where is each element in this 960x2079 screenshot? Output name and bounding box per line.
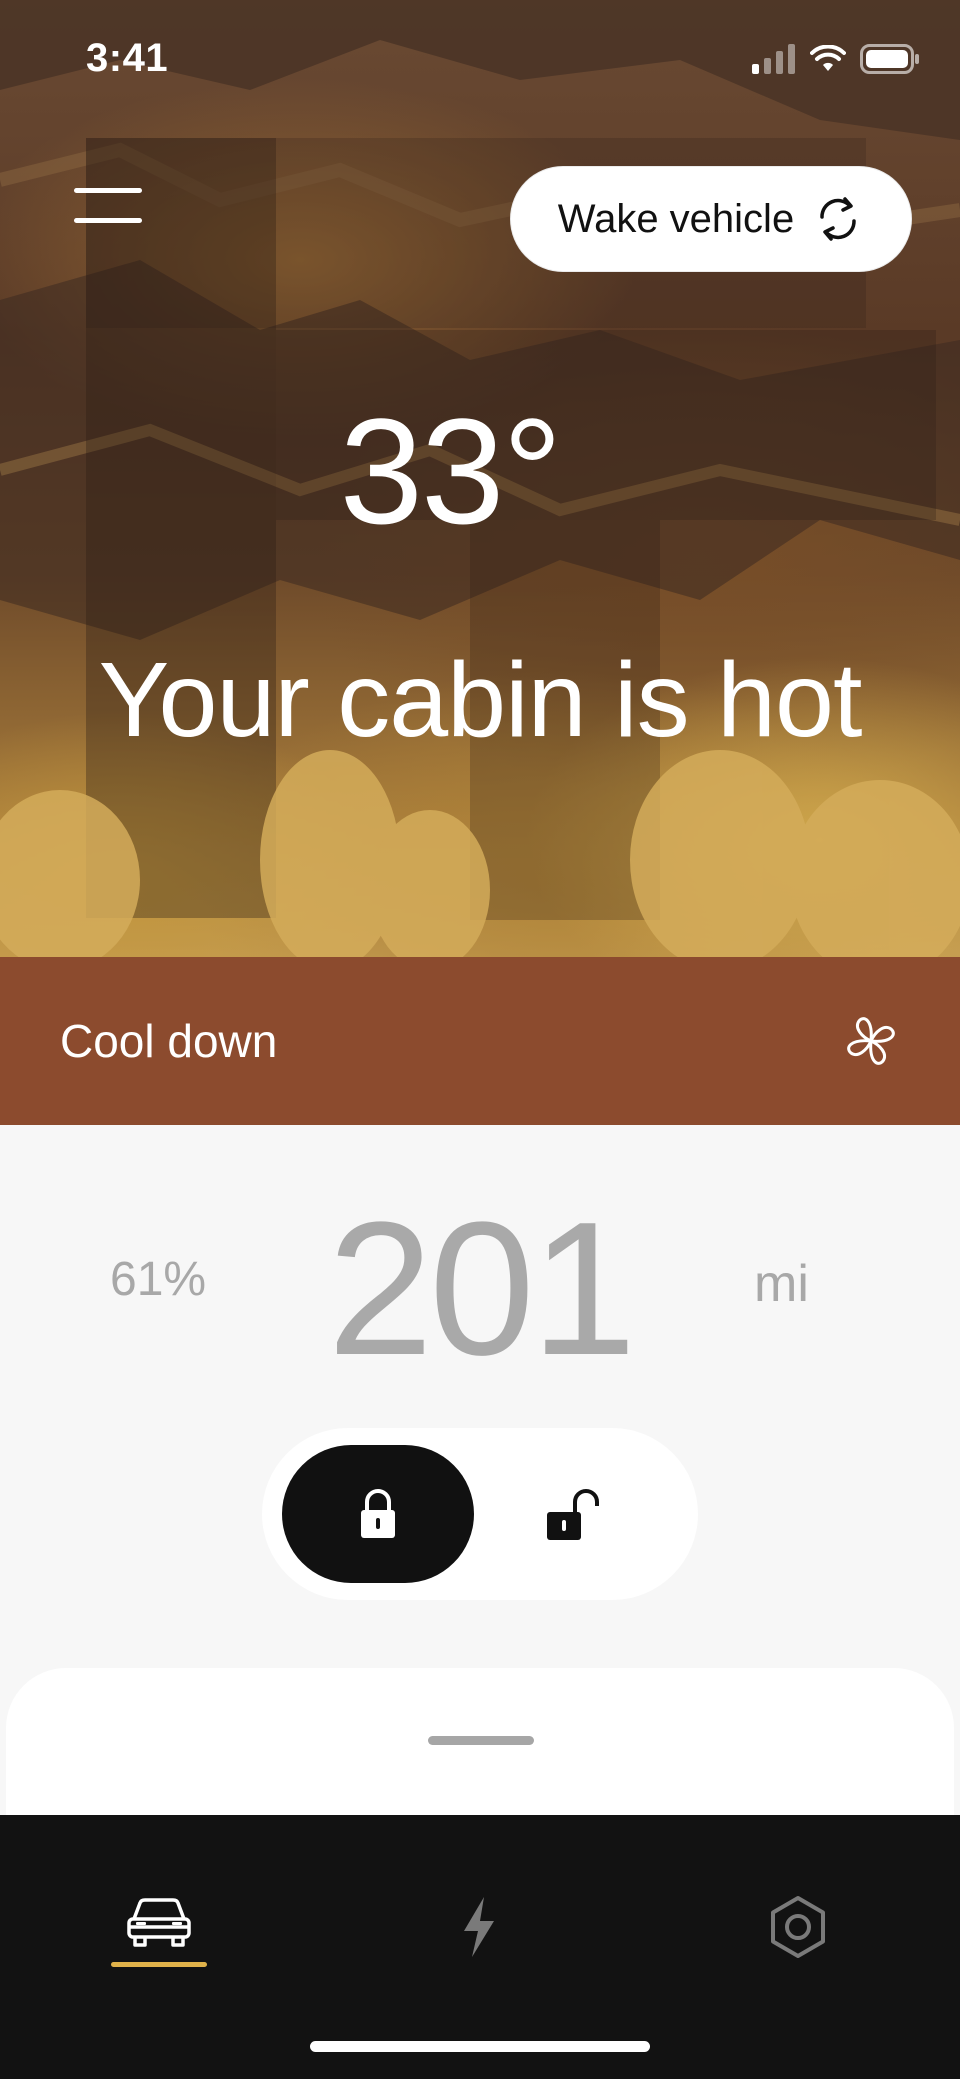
unlock-button[interactable]: [480, 1445, 672, 1583]
cool-down-button[interactable]: Cool down: [0, 957, 960, 1125]
tab-bar: [0, 1815, 960, 2079]
hero-banner: 3:41 Wake vehicle 33° Your cabin is hot: [0, 0, 960, 957]
hexagon-nut-icon: [771, 1896, 825, 1958]
range-unit: mi: [754, 1255, 809, 1313]
refresh-cycle-icon: [820, 197, 856, 241]
fan-icon: [847, 1017, 895, 1065]
status-bar-icons: [752, 44, 920, 74]
status-bar-time: 3:41: [86, 36, 169, 80]
active-tab-indicator: [111, 1962, 207, 1967]
lock-toggle: [262, 1428, 698, 1600]
padlock-closed-icon: [361, 1489, 395, 1538]
tab-charging[interactable]: [418, 1895, 538, 2015]
cabin-temperature: 33°: [339, 387, 563, 555]
wifi-icon: [810, 45, 846, 71]
sheet-drag-handle[interactable]: [428, 1736, 534, 1745]
lock-button[interactable]: [282, 1445, 474, 1583]
tab-vehicle[interactable]: [99, 1895, 219, 2015]
car-icon: [127, 1898, 191, 1947]
range-display: 61% 201 mi: [0, 1180, 960, 1395]
home-indicator[interactable]: [310, 2041, 650, 2052]
wake-vehicle-button[interactable]: Wake vehicle: [510, 166, 912, 272]
wake-vehicle-label: Wake vehicle: [557, 196, 795, 241]
lightning-bolt-icon: [464, 1897, 494, 1957]
battery-icon: [860, 44, 919, 74]
range-value: 201: [327, 1183, 636, 1395]
cabin-status-message: Your cabin is hot: [98, 641, 863, 759]
cool-down-label: Cool down: [60, 1015, 278, 1067]
cellular-signal-icon: [752, 44, 795, 74]
bottom-sheet: [6, 1668, 954, 1828]
padlock-open-icon: [547, 1489, 599, 1540]
tab-settings[interactable]: [738, 1895, 858, 2015]
hamburger-menu-icon[interactable]: [74, 184, 142, 224]
